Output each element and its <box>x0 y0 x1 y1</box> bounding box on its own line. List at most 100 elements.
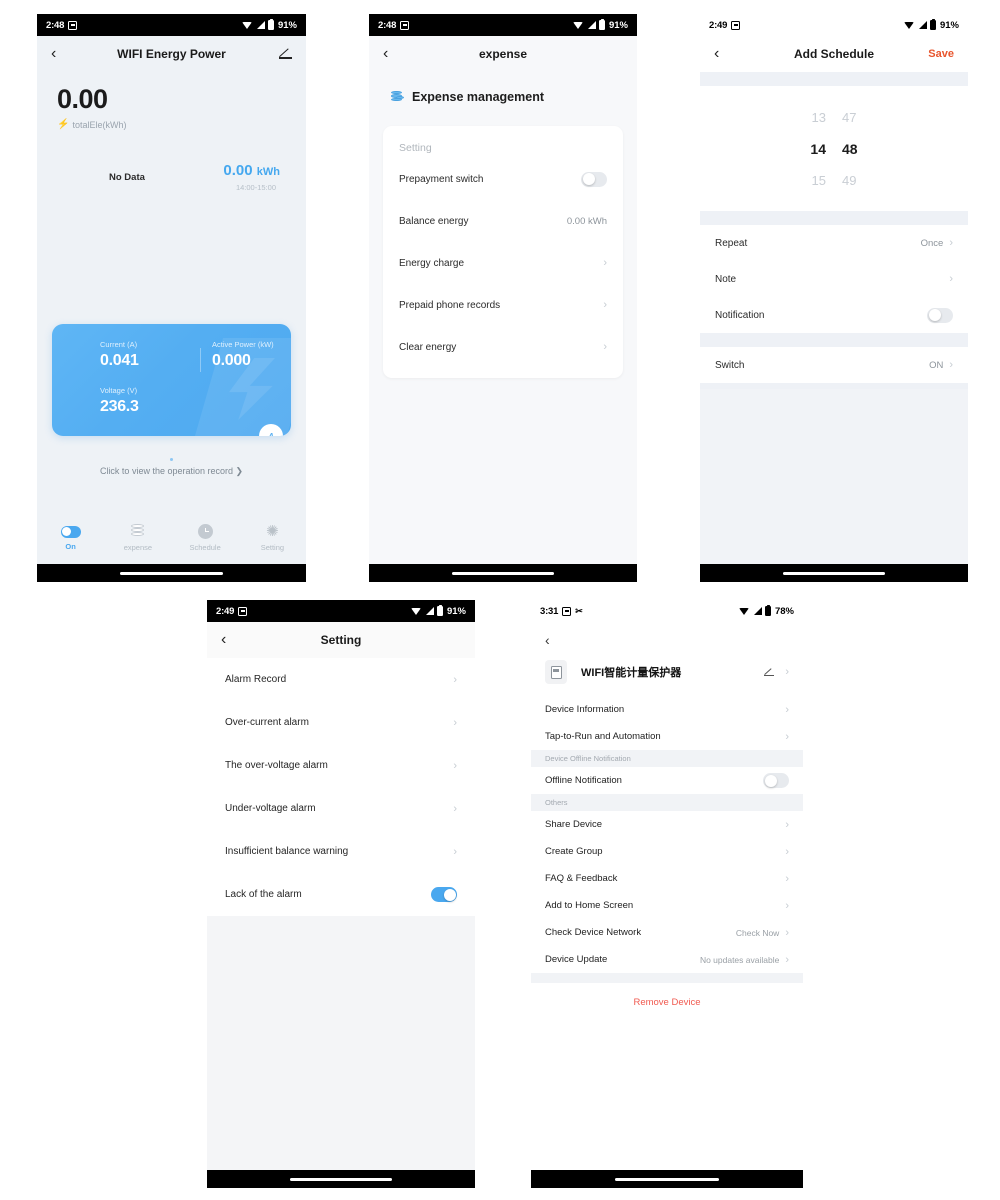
app-bar: ‹ expense <box>369 36 637 72</box>
time-picker[interactable]: 13 47 14 48 15 49 <box>700 86 968 211</box>
back-icon[interactable]: ‹ <box>714 46 719 62</box>
row-label: Insufficient balance warning <box>225 846 349 857</box>
wifi-icon <box>410 607 422 616</box>
row-label: Offline Notification <box>545 775 622 786</box>
picker-bottom-band <box>700 211 968 225</box>
offline-notification-list: Offline Notification <box>531 767 803 794</box>
operation-record-link[interactable]: Click to view the operation record ❯ <box>37 466 306 477</box>
chevron-right-icon: › <box>785 899 789 912</box>
device-body: ‹ WIFI智能计量保护器 › Device Information › Tap… <box>531 622 803 1170</box>
row-note[interactable]: Note › <box>715 261 953 297</box>
expense-heading-label: Expense management <box>412 90 544 104</box>
picker-row-selected[interactable]: 14 48 <box>810 141 857 157</box>
edit-icon <box>764 667 775 677</box>
wifi-icon <box>241 21 253 30</box>
signal-icon <box>256 21 265 30</box>
row-offline-notification[interactable]: Offline Notification <box>545 767 789 794</box>
home-indicator[interactable] <box>783 571 885 575</box>
chevron-right-icon: › <box>949 273 953 285</box>
row-over-voltage-alarm[interactable]: The over-voltage alarm › <box>225 744 457 787</box>
row-add-to-home-screen[interactable]: Add to Home Screen › <box>545 892 789 919</box>
chevron-right-icon: › <box>453 845 457 858</box>
tab-setting[interactable]: ✺ Setting <box>239 524 306 552</box>
dot-1 <box>170 458 173 461</box>
back-icon[interactable]: ‹ <box>383 46 388 62</box>
home-indicator[interactable] <box>290 1177 392 1181</box>
row-create-group[interactable]: Create Group › <box>545 838 789 865</box>
card-section-title: Setting <box>399 142 432 154</box>
home-indicator[interactable] <box>120 571 223 575</box>
row-share-device[interactable]: Share Device › <box>545 811 789 838</box>
lack-alarm-toggle[interactable] <box>431 887 457 902</box>
row-label: Lack of the alarm <box>225 889 302 900</box>
row-check-device-network[interactable]: Check Device Network Check Now › <box>545 919 789 946</box>
energy-body: 0.00 ⚡ totalEle(kWh) No Data 0.00 kWh 14… <box>37 72 306 564</box>
metrics-card[interactable]: Current (A) 0.041 Active Power (kW) 0.00… <box>52 324 291 436</box>
row-notification[interactable]: Notification <box>715 297 953 333</box>
app-bar: ‹ Add Schedule Save <box>700 36 968 72</box>
coins-icon <box>130 524 146 539</box>
page-title: WIFI Energy Power <box>117 47 226 61</box>
offline-notification-toggle[interactable] <box>763 773 789 788</box>
tab-schedule-label: Schedule <box>189 543 221 552</box>
home-indicator-bar <box>531 1170 803 1188</box>
edit-device-button[interactable]: › <box>764 666 789 678</box>
home-indicator[interactable] <box>452 571 554 575</box>
schedule-body: 13 47 14 48 15 49 Repeat Once › Note › N… <box>700 72 968 579</box>
back-icon[interactable]: ‹ <box>531 622 803 648</box>
signal-icon <box>918 21 927 30</box>
row-label: Device Update <box>545 954 608 965</box>
status-time: 2:48 <box>378 19 397 31</box>
row-label: Clear energy <box>399 341 457 353</box>
row-prepaid-phone-records[interactable]: Prepaid phone records › <box>399 284 607 326</box>
chevron-right-icon: › <box>949 237 953 249</box>
row-switch[interactable]: Switch ON › <box>715 347 953 383</box>
row-over-current-alarm[interactable]: Over-current alarm › <box>225 701 457 744</box>
row-label: Prepayment switch <box>399 173 484 185</box>
home-indicator[interactable] <box>615 1177 719 1181</box>
picker-hour-below: 15 <box>811 172 826 188</box>
row-faq-feedback[interactable]: FAQ & Feedback › <box>545 865 789 892</box>
row-alarm-record[interactable]: Alarm Record › <box>225 658 457 701</box>
carousel-dots[interactable] <box>37 448 306 466</box>
battery-percent: 91% <box>277 19 297 31</box>
row-label: Switch <box>715 359 745 371</box>
picker-row-above[interactable]: 13 47 <box>812 110 857 125</box>
row-prepayment-switch[interactable]: Prepayment switch <box>399 158 607 200</box>
back-icon[interactable]: ‹ <box>51 46 56 62</box>
row-insufficient-balance-warning[interactable]: Insufficient balance warning › <box>225 830 457 873</box>
picker-row-below[interactable]: 15 49 <box>812 173 857 188</box>
row-device-information[interactable]: Device Information › <box>545 696 789 723</box>
screenshot-icon <box>68 20 78 30</box>
metric-current: Current (A) 0.041 <box>100 340 139 370</box>
tab-expense[interactable]: expense <box>104 524 171 552</box>
remove-device-button[interactable]: Remove Device <box>531 983 803 1022</box>
chevron-right-icon: › <box>949 359 953 371</box>
row-clear-energy[interactable]: Clear energy › <box>399 326 607 368</box>
back-icon[interactable]: ‹ <box>221 632 226 648</box>
app-bar: ‹ Setting <box>207 622 475 658</box>
row-under-voltage-alarm[interactable]: Under-voltage alarm › <box>225 787 457 830</box>
chevron-right-icon: › <box>785 845 789 858</box>
row-repeat[interactable]: Repeat Once › <box>715 225 953 261</box>
save-button[interactable]: Save <box>928 48 954 60</box>
clock-icon <box>197 524 213 539</box>
row-energy-charge[interactable]: Energy charge › <box>399 242 607 284</box>
notification-toggle[interactable] <box>927 307 953 323</box>
device-header[interactable]: WIFI智能计量保护器 › <box>531 648 803 696</box>
row-label: Share Device <box>545 819 603 830</box>
chevron-right-icon: › <box>785 666 789 678</box>
metric-active-power: Active Power (kW) 0.000 <box>212 340 274 370</box>
device-others-list: Share Device › Create Group › FAQ & Feed… <box>531 811 803 973</box>
tab-setting-label: Setting <box>260 543 285 552</box>
screenshot-icon <box>731 20 741 30</box>
tab-on[interactable]: On <box>37 525 104 551</box>
prepayment-toggle[interactable] <box>581 171 607 187</box>
row-device-update[interactable]: Device Update No updates available › <box>545 946 789 973</box>
battery-percent: 91% <box>608 19 628 31</box>
tab-schedule[interactable]: Schedule <box>172 524 239 552</box>
chevron-right-icon: › <box>785 703 789 716</box>
row-lack-of-the-alarm[interactable]: Lack of the alarm <box>225 873 457 916</box>
row-tap-to-run-and-automation[interactable]: Tap-to-Run and Automation › <box>545 723 789 750</box>
edit-icon[interactable] <box>279 48 292 61</box>
